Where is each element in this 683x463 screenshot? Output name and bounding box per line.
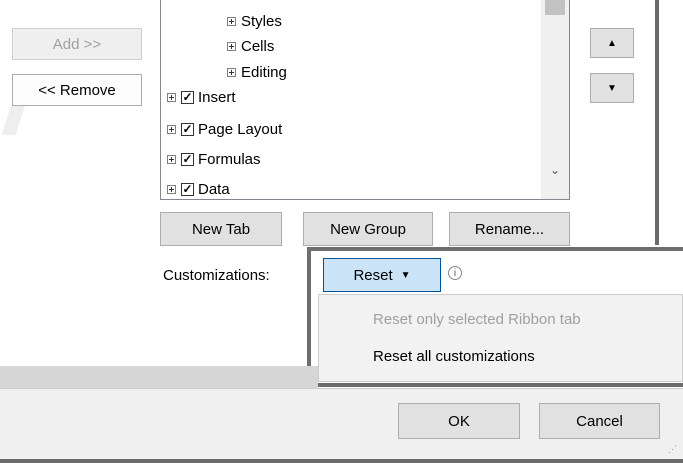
tree-label: Data (198, 180, 230, 198)
checkbox-checked-icon[interactable]: ✓ (181, 152, 194, 166)
tree-label: Formulas (198, 150, 261, 168)
reset-menu: Reset only selected Ribbon tab Reset all… (318, 294, 683, 382)
tree-group-cells[interactable]: Cells (227, 35, 274, 57)
expand-icon[interactable] (167, 154, 176, 164)
tree-tab-formulas[interactable]: ✓ Formulas (167, 148, 261, 170)
tree-label: Cells (241, 37, 275, 55)
triangle-up-icon: ▲ (607, 37, 617, 49)
add-button-label: Add >> (52, 35, 102, 53)
reset-dropdown-button[interactable]: Reset ▼ (323, 258, 441, 292)
tree-content: Styles Cells Editing ✓ Insert ✓ Page Lay… (167, 0, 537, 199)
new-tab-label: New Tab (191, 220, 251, 238)
scrollbar-thumb[interactable] (545, 0, 565, 15)
resize-grip-icon[interactable]: ⋰ (668, 443, 680, 455)
new-group-button[interactable]: New Group (303, 212, 433, 246)
remove-button-label: << Remove (38, 81, 116, 99)
expand-icon[interactable] (167, 124, 176, 134)
move-down-button[interactable]: ▼ (590, 73, 634, 103)
checkbox-checked-icon[interactable]: ✓ (181, 182, 194, 196)
ribbon-tree[interactable]: Styles Cells Editing ✓ Insert ✓ Page Lay… (160, 0, 570, 200)
tree-tab-insert[interactable]: ✓ Insert (167, 86, 236, 108)
expand-icon[interactable] (227, 67, 236, 77)
dialog-divider (655, 0, 659, 245)
new-group-label: New Group (330, 220, 406, 238)
dialog-bottom-border (0, 459, 683, 463)
checkbox-checked-icon[interactable]: ✓ (181, 90, 194, 104)
reset-selected-tab-item[interactable]: Reset only selected Ribbon tab (373, 311, 581, 328)
rename-label: Rename... (474, 220, 545, 238)
dialog-strip (0, 366, 318, 388)
expand-icon[interactable] (167, 184, 176, 194)
chevron-down-icon[interactable]: ⌄ (547, 162, 563, 178)
expand-icon[interactable] (167, 92, 176, 102)
tree-tab-data[interactable]: ✓ Data (167, 178, 230, 199)
ok-button[interactable]: OK (398, 403, 520, 439)
cancel-label: Cancel (576, 412, 623, 430)
tree-label: Styles (241, 12, 282, 30)
checkbox-checked-icon[interactable]: ✓ (181, 122, 194, 136)
rename-button[interactable]: Rename... (449, 212, 570, 246)
tree-label: Insert (198, 88, 236, 106)
tree-tab-page-layout[interactable]: ✓ Page Layout (167, 118, 282, 140)
triangle-down-icon: ▼ (607, 82, 617, 94)
remove-button[interactable]: << Remove (12, 74, 142, 106)
tree-label: Editing (241, 63, 287, 81)
expand-icon[interactable] (227, 41, 236, 51)
tree-group-styles[interactable]: Styles (227, 10, 282, 32)
expand-icon[interactable] (227, 16, 236, 26)
cancel-button[interactable]: Cancel (539, 403, 660, 439)
add-button[interactable]: Add >> (12, 28, 142, 60)
tree-label: Page Layout (198, 120, 283, 138)
move-up-button[interactable]: ▲ (590, 28, 634, 58)
reset-all-item[interactable]: Reset all customizations (373, 348, 535, 365)
info-icon: i (448, 266, 462, 280)
ok-label: OK (448, 412, 470, 430)
tree-scrollbar[interactable]: ⌄ (541, 0, 569, 199)
reset-label: Reset (353, 266, 393, 284)
caret-down-icon: ▼ (400, 269, 411, 281)
customizations-label: Customizations: (163, 267, 270, 284)
tree-group-editing[interactable]: Editing (227, 61, 287, 83)
new-tab-button[interactable]: New Tab (160, 212, 282, 246)
